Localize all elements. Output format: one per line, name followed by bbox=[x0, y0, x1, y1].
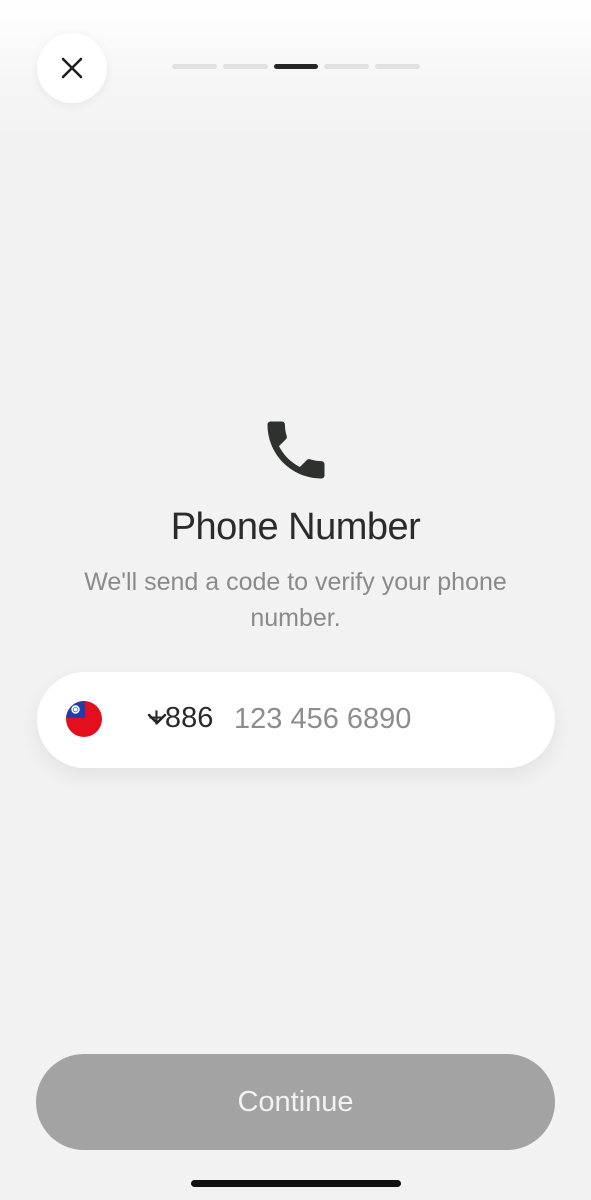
progress-indicator bbox=[172, 64, 420, 69]
progress-step bbox=[375, 64, 420, 69]
progress-step-current bbox=[273, 64, 319, 69]
phone-icon bbox=[267, 421, 325, 479]
progress-step bbox=[222, 64, 268, 69]
home-indicator bbox=[191, 1180, 401, 1187]
continue-button[interactable]: Continue bbox=[36, 1054, 555, 1150]
close-icon bbox=[61, 57, 83, 79]
progress-step bbox=[324, 64, 370, 69]
progress-step bbox=[172, 64, 217, 69]
close-button[interactable] bbox=[37, 33, 107, 103]
dial-code: +886 bbox=[148, 702, 214, 734]
page-subtitle: We'll send a code to verify your phone n… bbox=[84, 568, 507, 632]
page-title: Phone Number bbox=[170, 506, 421, 548]
phone-number-input[interactable] bbox=[234, 694, 534, 744]
phone-number-field: +886 bbox=[37, 672, 555, 768]
taiwan-flag-icon[interactable] bbox=[66, 701, 102, 737]
